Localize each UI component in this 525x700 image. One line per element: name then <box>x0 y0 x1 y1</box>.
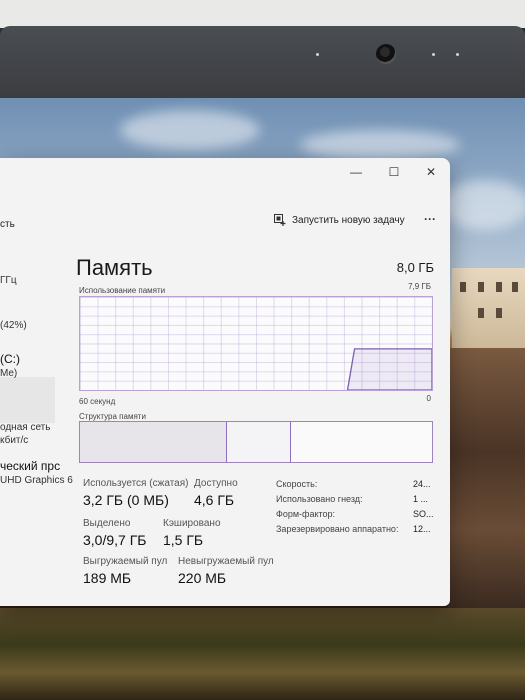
spec-form-factor-label: Форм-фактор: <box>276 509 336 519</box>
memory-panel: Память 8,0 ГБ Использование памяти 7,9 Г… <box>70 248 440 606</box>
in-use-label: Используется (сжатая) <box>83 478 189 489</box>
wallpaper-building <box>452 268 525 348</box>
committed-value: 3,0/9,7 ГБ <box>83 532 147 548</box>
spec-speed-value: 24... <box>413 479 431 489</box>
cached-label: Кэшировано <box>163 518 221 529</box>
laptop-bezel <box>0 26 525 100</box>
graph-time-label: 60 секунд <box>79 397 116 406</box>
photo-background-top <box>0 0 525 28</box>
spec-slots-value: 1 ... <box>413 494 429 504</box>
sensor-dot-icon <box>456 53 459 56</box>
minimize-button[interactable]: — <box>348 164 364 180</box>
sidebar-item-disk[interactable]: (C:) <box>0 352 20 366</box>
sensor-dot-icon <box>432 53 435 56</box>
usage-graph-label: Использование памяти <box>79 286 166 295</box>
page-heading: сть <box>0 219 15 230</box>
structure-label: Структура памяти <box>79 412 146 421</box>
more-options-icon[interactable]: ··· <box>424 212 436 226</box>
committed-label: Выделено <box>83 518 131 529</box>
task-manager-window: — ☐ ✕ сть Запустить новую задачу ··· ГГц… <box>0 158 450 606</box>
cached-value: 1,5 ГБ <box>163 532 204 548</box>
structure-segment-free <box>291 422 432 462</box>
wallpaper-cliff <box>448 348 525 608</box>
toolbar: сть Запустить новую задачу ··· <box>0 204 450 234</box>
sidebar-item-memory[interactable]: (42%) <box>0 320 27 331</box>
spec-reserved-label: Зарезервировано аппаратно: <box>276 524 399 534</box>
run-task-label: Запустить новую задачу <box>292 214 405 226</box>
wallpaper-cloud <box>440 180 525 230</box>
sidebar-item-cpu[interactable]: ГГц <box>0 275 17 286</box>
structure-segment-standby <box>227 422 291 462</box>
sidebar: ГГц (42%) (C:) Me) одная сеть кбит/с чес… <box>0 238 73 606</box>
wallpaper-cloud <box>300 130 460 160</box>
page-title: Память <box>76 255 153 280</box>
sidebar-item-network-detail: кбит/с <box>0 435 29 446</box>
memory-structure-bar <box>79 421 433 463</box>
sensor-dot-icon <box>316 53 319 56</box>
in-use-value: 3,2 ГБ (0 МБ) <box>83 492 169 508</box>
usage-graph-max: 7,9 ГБ <box>408 282 431 291</box>
run-task-icon <box>274 213 286 226</box>
close-button[interactable]: ✕ <box>423 164 439 180</box>
spec-form-factor-value: SO... <box>413 509 434 519</box>
sidebar-item-gpu-detail: UHD Graphics 6 <box>0 475 73 486</box>
sidebar-item-network[interactable]: одная сеть <box>0 422 50 433</box>
graph-zero-label: 0 <box>426 394 431 403</box>
spec-speed-label: Скорость: <box>276 479 318 489</box>
title-bar: — ☐ ✕ <box>0 158 450 186</box>
paged-pool-value: 189 МБ <box>83 570 132 586</box>
sidebar-selection-highlight <box>0 377 55 423</box>
wallpaper-foliage <box>0 608 525 700</box>
spec-slots-label: Использовано гнезд: <box>276 494 363 504</box>
sidebar-item-disk-detail: Me) <box>0 368 18 379</box>
spec-reserved-value: 12... <box>413 524 431 534</box>
available-value: 4,6 ГБ <box>194 492 235 508</box>
memory-usage-graph <box>79 296 433 391</box>
wallpaper-cloud <box>120 110 260 150</box>
paged-pool-label: Выгружаемый пул <box>83 556 168 567</box>
nonpaged-pool-label: Невыгружаемый пул <box>178 556 274 567</box>
usage-series-line <box>346 348 432 390</box>
maximize-button[interactable]: ☐ <box>386 164 402 180</box>
webcam-icon <box>376 44 396 64</box>
sidebar-item-gpu[interactable]: ческий прс <box>0 459 60 473</box>
run-task-button[interactable]: Запустить новую задачу <box>274 210 405 230</box>
structure-segment-in-use <box>80 422 227 462</box>
nonpaged-pool-value: 220 МБ <box>178 570 227 586</box>
memory-total: 8,0 ГБ <box>396 260 434 275</box>
available-label: Доступно <box>194 478 238 489</box>
